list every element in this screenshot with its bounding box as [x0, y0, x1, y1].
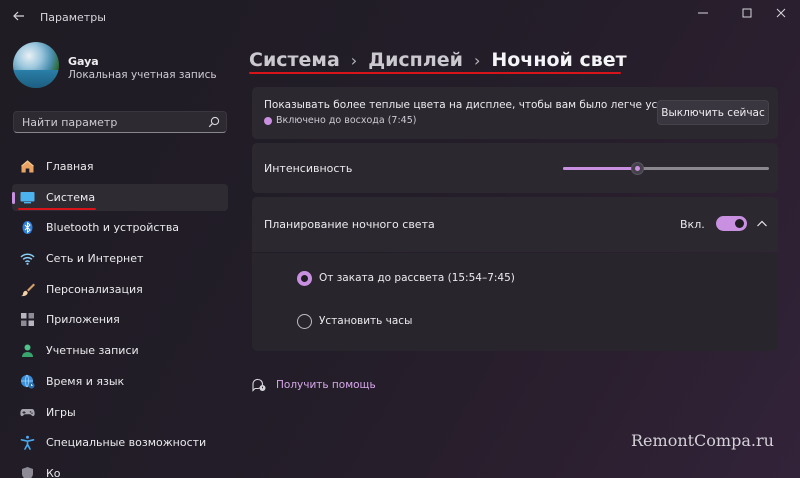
- sidebar-item-label: Игры: [46, 405, 76, 419]
- radio-option-sunset-sunrise[interactable]: От заката до рассвета (15:54–7:45): [297, 268, 515, 288]
- slider-thumb[interactable]: [630, 162, 644, 175]
- schedule-toggle[interactable]: [716, 216, 747, 231]
- sidebar-item-label: Специальные возможности: [46, 436, 207, 450]
- sidebar-item-personalization[interactable]: Персонализация: [12, 276, 228, 303]
- schedule-state-text: Вкл.: [680, 218, 705, 231]
- slider-fill: [563, 167, 638, 170]
- chevron-right-icon: ›: [350, 50, 358, 70]
- radio-label: От заката до рассвета (15:54–7:45): [319, 272, 515, 284]
- back-button[interactable]: [8, 6, 30, 26]
- night-light-status-card: Показывать более теплые цвета на дисплее…: [252, 87, 778, 139]
- radio-label: Установить часы: [319, 315, 413, 327]
- sidebar-item-accessibility[interactable]: Специальные возможности: [12, 429, 228, 456]
- sidebar-item-label: Учетные записи: [46, 344, 139, 358]
- title-bar: Параметры: [0, 0, 800, 32]
- sidebar-item-home[interactable]: Главная: [12, 153, 228, 180]
- status-dot-icon: [264, 117, 272, 125]
- schedule-label: Планирование ночного света: [264, 218, 435, 231]
- sidebar-item-label: Ко: [46, 466, 61, 478]
- turn-off-now-button[interactable]: Выключить сейчас: [657, 100, 769, 125]
- sidebar-item-bluetooth[interactable]: Bluetooth и устройства: [12, 214, 228, 241]
- minimize-icon: [698, 12, 708, 14]
- radio-button[interactable]: [297, 270, 312, 286]
- search-icon[interactable]: [208, 116, 220, 128]
- sidebar-item-label: Сеть и Интернет: [46, 252, 144, 266]
- window-title: Параметры: [40, 11, 106, 24]
- maximize-icon: [742, 8, 752, 18]
- accessibility-icon: [20, 435, 35, 450]
- globe-clock-icon: [20, 374, 35, 389]
- sidebar-item-label: Система: [46, 190, 96, 204]
- sidebar-item-label: Время и язык: [46, 374, 125, 388]
- intensity-card: Интенсивность: [252, 143, 778, 193]
- breadcrumb: Система › Дисплей › Ночной свет: [249, 46, 627, 74]
- breadcrumb-item-display[interactable]: Дисплей: [368, 49, 463, 71]
- chevron-right-icon: ›: [473, 50, 481, 70]
- profile-name: Gaya: [68, 55, 99, 68]
- radio-button[interactable]: [297, 313, 312, 329]
- brush-icon: [20, 282, 35, 297]
- shield-icon: [20, 466, 35, 478]
- wifi-icon: [20, 251, 35, 266]
- profile-account-type: Локальная учетная запись: [68, 69, 217, 81]
- intensity-slider[interactable]: [563, 162, 769, 175]
- sidebar-item-system[interactable]: Система: [12, 183, 228, 211]
- sidebar-item-label: Персонализация: [46, 282, 143, 296]
- night-light-description: Показывать более теплые цвета на дисплее…: [264, 99, 683, 111]
- settings-window: Параметры Gaya Локальная учетная запись …: [0, 0, 800, 478]
- apps-icon: [20, 312, 35, 327]
- watermark: RemontCompa.ru: [631, 431, 774, 450]
- search-box[interactable]: [13, 111, 227, 133]
- display-icon: [20, 190, 35, 205]
- arrow-left-icon: [13, 11, 24, 21]
- sidebar-nav: Главная Система Bluetooth и устройства С…: [12, 153, 228, 478]
- people-icon: [20, 343, 35, 358]
- radio-option-set-hours[interactable]: Установить часы: [297, 311, 412, 331]
- avatar[interactable]: [13, 42, 59, 88]
- annotation-underline-sidebar: [18, 208, 96, 210]
- sidebar-item-privacy[interactable]: Ко: [12, 460, 228, 478]
- get-help-label: Получить помощь: [276, 379, 376, 391]
- breadcrumb-item-system[interactable]: Система: [249, 49, 340, 71]
- sidebar-item-network[interactable]: Сеть и Интернет: [12, 245, 228, 272]
- close-icon: [776, 8, 786, 18]
- sidebar-item-gaming[interactable]: Игры: [12, 399, 228, 426]
- help-chat-icon: [252, 378, 266, 392]
- search-input[interactable]: [22, 115, 202, 130]
- sidebar-item-label: Bluetooth и устройства: [46, 221, 180, 235]
- home-icon: [20, 159, 35, 174]
- sidebar-item-time-language[interactable]: Время и язык: [12, 368, 228, 395]
- schedule-card-header[interactable]: Планирование ночного света Вкл.: [252, 197, 778, 252]
- chevron-up-icon[interactable]: [755, 217, 769, 231]
- page-title: Ночной свет: [491, 49, 627, 71]
- sidebar-item-accounts[interactable]: Учетные записи: [12, 337, 228, 364]
- close-button[interactable]: [764, 2, 798, 24]
- sidebar-item-label: Приложения: [46, 313, 120, 327]
- gamepad-icon: [20, 405, 35, 420]
- maximize-button[interactable]: [730, 2, 764, 24]
- night-light-status: Включено до восхода (7:45): [276, 115, 417, 126]
- bluetooth-icon: [20, 220, 35, 235]
- get-help-link[interactable]: Получить помощь: [252, 376, 376, 394]
- intensity-label: Интенсивность: [264, 162, 353, 175]
- active-indicator: [12, 191, 15, 204]
- sidebar-item-label: Главная: [46, 160, 94, 173]
- sidebar-item-apps[interactable]: Приложения: [12, 306, 228, 333]
- minimize-button[interactable]: [686, 2, 720, 24]
- schedule-options: От заката до рассвета (15:54–7:45) Устан…: [252, 253, 778, 351]
